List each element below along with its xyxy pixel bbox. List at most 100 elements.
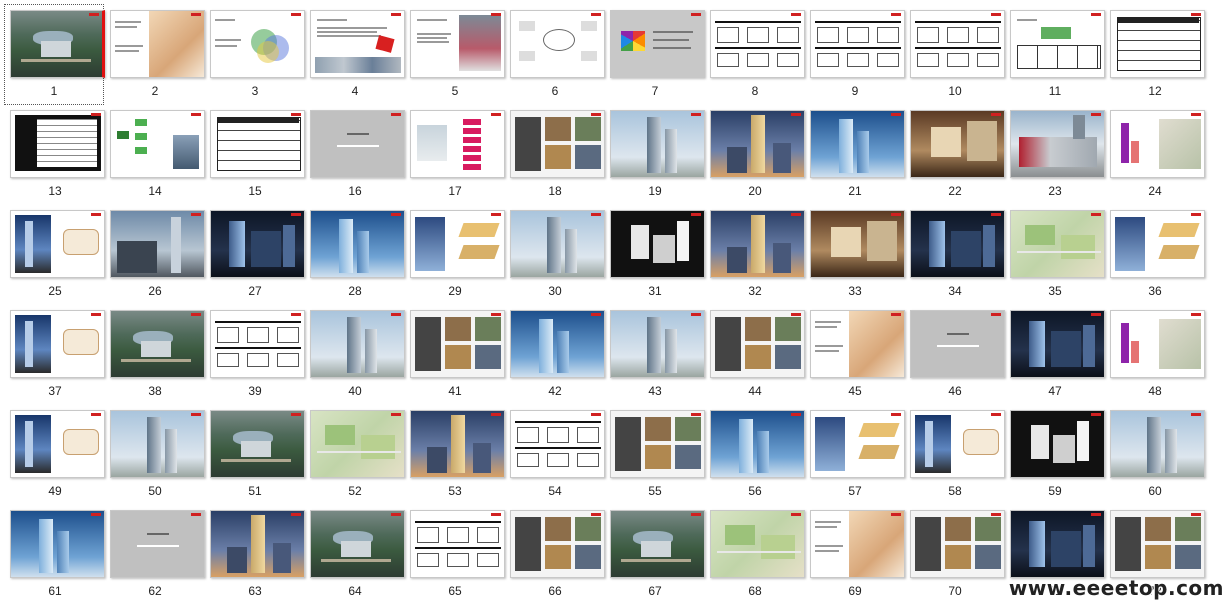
slide-thumbnail-59[interactable]: 59 [1005,405,1105,506]
slide-preview-image[interactable] [210,210,305,278]
slide-thumbnail-9[interactable]: 9 [805,5,905,106]
slide-thumbnail-36[interactable]: 36 [1105,205,1205,306]
slide-thumbnail-32[interactable]: 32 [705,205,805,306]
slide-thumbnail-70[interactable]: 70 [905,505,1005,606]
slide-thumbnail-30[interactable]: 30 [505,205,605,306]
slide-preview-image[interactable] [1010,210,1105,278]
slide-thumbnail-33[interactable]: 33 [805,205,905,306]
slide-thumbnail-66[interactable]: 66 [505,505,605,606]
slide-thumbnail-19[interactable]: 19 [605,105,705,206]
slide-thumbnail-17[interactable]: 17 [405,105,505,206]
slide-preview-image[interactable] [1010,510,1105,578]
slide-thumbnail-46[interactable]: 46 [905,305,1005,406]
slide-preview-image[interactable] [810,110,905,178]
slide-preview-image[interactable] [510,210,605,278]
slide-preview-image[interactable] [10,510,105,578]
slide-preview-image[interactable] [1010,410,1105,478]
slide-preview-image[interactable] [710,310,805,378]
slide-thumbnail-16[interactable]: 16 [305,105,405,206]
slide-preview-image[interactable] [10,310,105,378]
slide-preview-image[interactable] [710,410,805,478]
slide-thumbnail-69[interactable]: 69 [805,505,905,606]
slide-preview-image[interactable] [310,10,405,78]
slide-thumbnail-62[interactable]: 62 [105,505,205,606]
slide-thumbnail-20[interactable]: 20 [705,105,805,206]
slide-preview-image[interactable] [410,210,505,278]
slide-preview-image[interactable] [210,10,305,78]
slide-preview-image[interactable] [310,310,405,378]
slide-preview-image[interactable] [510,310,605,378]
slide-thumbnail-58[interactable]: 58 [905,405,1005,506]
slide-thumbnail-24[interactable]: 24 [1105,105,1205,206]
slide-preview-image[interactable] [710,10,805,78]
slide-thumbnail-34[interactable]: 34 [905,205,1005,306]
slide-preview-image[interactable] [910,410,1005,478]
slide-thumbnail-10[interactable]: 10 [905,5,1005,106]
slide-preview-image[interactable] [1110,10,1205,78]
slide-preview-image[interactable] [610,510,705,578]
slide-preview-image[interactable] [110,410,205,478]
slide-preview-image[interactable] [410,410,505,478]
slide-thumbnail-18[interactable]: 18 [505,105,605,206]
slide-preview-image[interactable] [1110,310,1205,378]
slide-preview-image[interactable] [710,210,805,278]
slide-thumbnail-53[interactable]: 53 [405,405,505,506]
slide-preview-image[interactable] [1110,510,1205,578]
slide-thumbnail-65[interactable]: 65 [405,505,505,606]
slide-thumbnail-49[interactable]: 49 [5,405,105,506]
slide-preview-image[interactable] [410,510,505,578]
slide-thumbnail-60[interactable]: 60 [1105,405,1205,506]
slide-thumbnail-14[interactable]: 14 [105,105,205,206]
slide-thumbnail-7[interactable]: 7 [605,5,705,106]
slide-preview-image[interactable] [610,310,705,378]
slide-preview-image[interactable] [410,310,505,378]
slide-thumbnail-15[interactable]: 15 [205,105,305,206]
slide-preview-image[interactable] [110,110,205,178]
slide-thumbnail-13[interactable]: 13 [5,105,105,206]
slide-preview-image[interactable] [910,10,1005,78]
slide-preview-image[interactable] [1110,210,1205,278]
slide-preview-image[interactable] [610,410,705,478]
slide-preview-image[interactable] [110,310,205,378]
slide-thumbnail-41[interactable]: 41 [405,305,505,406]
slide-preview-image[interactable] [510,10,605,78]
slide-preview-image[interactable] [410,110,505,178]
slide-preview-image[interactable] [510,510,605,578]
slide-preview-image[interactable] [10,410,105,478]
slide-thumbnail-55[interactable]: 55 [605,405,705,506]
slide-thumbnail-31[interactable]: 31 [605,205,705,306]
slide-preview-image[interactable] [710,110,805,178]
slide-preview-image[interactable] [610,210,705,278]
slide-thumbnail-1[interactable]: 1 [4,4,105,105]
slide-preview-image[interactable] [910,310,1005,378]
slide-thumbnail-61[interactable]: 61 [5,505,105,606]
slide-thumbnail-54[interactable]: 54 [505,405,605,506]
slide-preview-image[interactable] [310,210,405,278]
slide-preview-image[interactable] [610,10,705,78]
slide-preview-image[interactable] [510,410,605,478]
slide-thumbnail-50[interactable]: 50 [105,405,205,506]
slide-preview-image[interactable] [10,110,105,178]
slide-preview-image[interactable] [210,310,305,378]
slide-preview-image[interactable] [810,510,905,578]
slide-preview-image[interactable] [210,510,305,578]
slide-preview-image[interactable] [210,410,305,478]
slide-thumbnail-23[interactable]: 23 [1005,105,1105,206]
slide-thumbnail-56[interactable]: 56 [705,405,805,506]
slide-preview-image[interactable] [1010,310,1105,378]
slide-thumbnail-6[interactable]: 6 [505,5,605,106]
slide-preview-image[interactable] [110,510,205,578]
slide-thumbnail-12[interactable]: 12 [1105,5,1205,106]
slide-preview-image[interactable] [910,110,1005,178]
slide-thumbnail-27[interactable]: 27 [205,205,305,306]
slide-thumbnail-51[interactable]: 51 [205,405,305,506]
slide-thumbnail-25[interactable]: 25 [5,205,105,306]
slide-thumbnail-45[interactable]: 45 [805,305,905,406]
slide-thumbnail-35[interactable]: 35 [1005,205,1105,306]
slide-thumbnail-22[interactable]: 22 [905,105,1005,206]
slide-preview-image[interactable] [910,510,1005,578]
slide-preview-image[interactable] [310,110,405,178]
slide-thumbnail-39[interactable]: 39 [205,305,305,406]
slide-thumbnail-68[interactable]: 68 [705,505,805,606]
slide-thumbnail-48[interactable]: 48 [1105,305,1205,406]
